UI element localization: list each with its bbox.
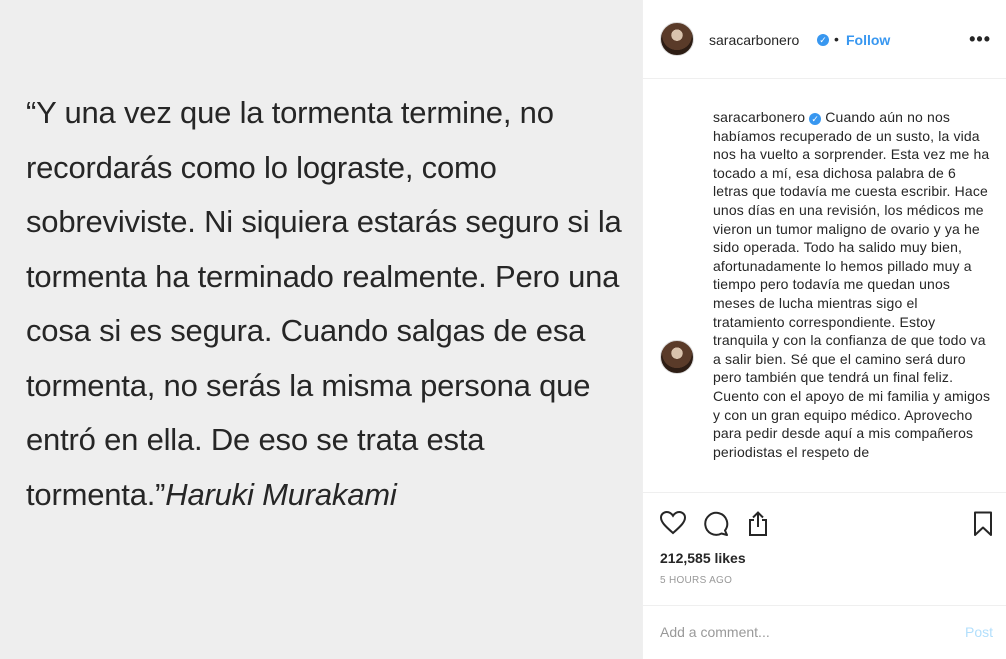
more-options-icon[interactable]: ••• bbox=[969, 29, 991, 50]
comment-input[interactable] bbox=[660, 624, 930, 640]
header-username[interactable]: saracarbonero bbox=[709, 32, 799, 48]
post-button[interactable]: Post bbox=[965, 624, 993, 640]
likes-count[interactable]: 212,585 likes bbox=[660, 550, 746, 566]
caption-avatar[interactable] bbox=[660, 340, 694, 374]
heart-icon[interactable] bbox=[659, 510, 687, 540]
caption: saracarbonero ✓ Cuando aún no nos habíamo… bbox=[713, 108, 993, 461]
post-image[interactable]: “Y una vez que la tormenta termine, no r… bbox=[0, 0, 642, 659]
post-timestamp[interactable]: 5 HOURS AGO bbox=[660, 575, 732, 586]
quote-body: “Y una vez que la tormenta termine, no r… bbox=[26, 95, 622, 512]
post-side-panel: saracarbonero ✓ • Follow ••• saracarbone… bbox=[642, 0, 1006, 659]
bookmark-icon[interactable] bbox=[973, 511, 993, 542]
separator-dot: • bbox=[834, 31, 839, 47]
post-header: saracarbonero ✓ • Follow ••• bbox=[643, 0, 1006, 79]
comment-icon[interactable] bbox=[703, 511, 729, 542]
verified-badge-icon: ✓ bbox=[809, 113, 822, 125]
avatar[interactable] bbox=[660, 22, 694, 56]
follow-button[interactable]: Follow bbox=[846, 32, 890, 48]
add-comment-section: Post bbox=[643, 605, 1006, 659]
quote-text: “Y una vez que la tormenta termine, no r… bbox=[26, 86, 638, 522]
quote-author: Haruki Murakami bbox=[165, 476, 397, 512]
share-icon[interactable] bbox=[747, 511, 769, 542]
verified-badge-icon: ✓ bbox=[817, 34, 829, 46]
caption-username[interactable]: saracarbonero bbox=[713, 109, 805, 125]
caption-text: Cuando aún no nos habíamos recuperado de… bbox=[713, 109, 991, 460]
caption-area[interactable]: saracarbonero ✓ Cuando aún no nos habíamo… bbox=[643, 79, 1006, 492]
action-bar: 212,585 likes 5 HOURS AGO bbox=[643, 492, 1006, 620]
